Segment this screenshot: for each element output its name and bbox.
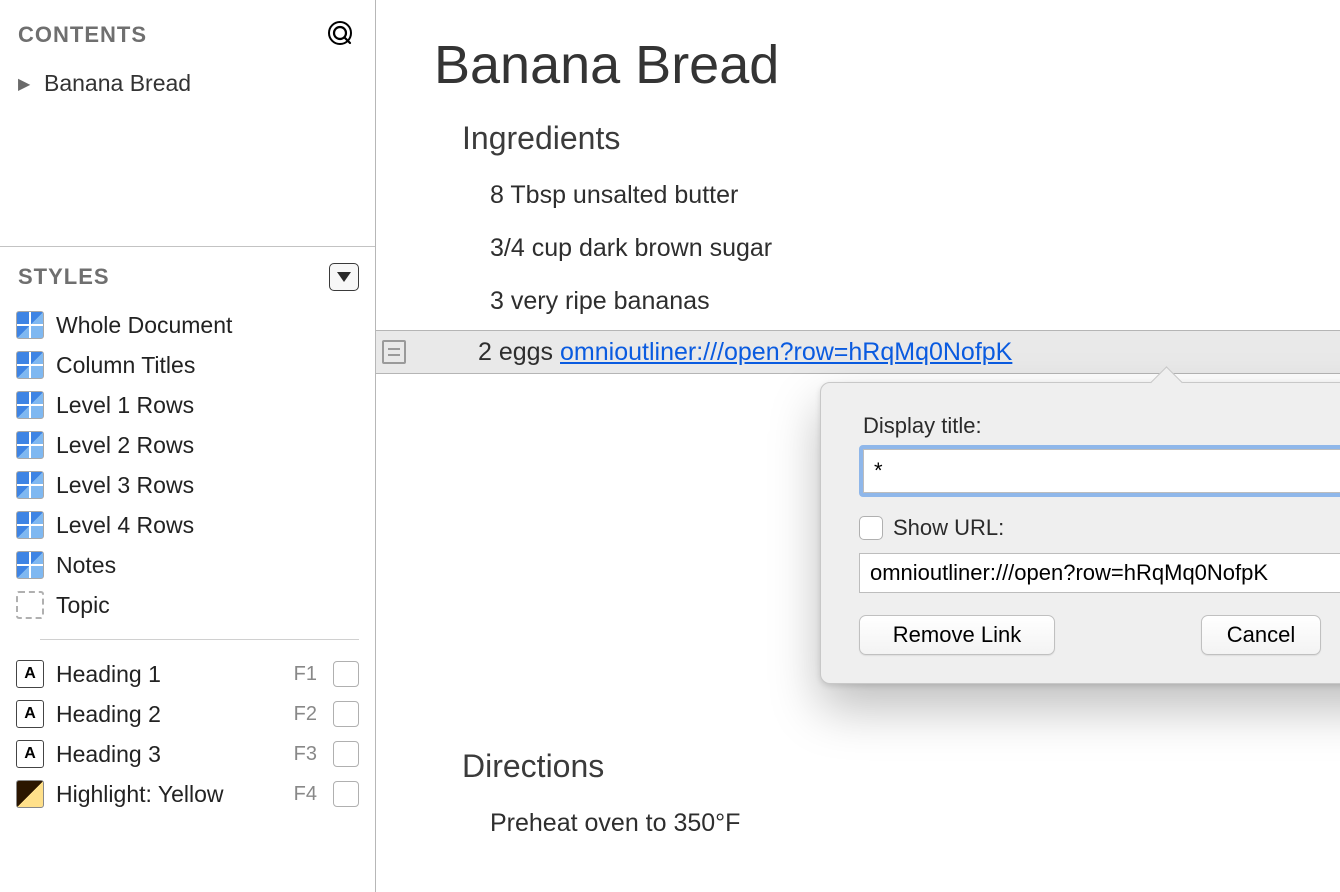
style-swatch-icon [16, 311, 44, 339]
style-shortcut: F1 [294, 663, 317, 686]
page-title[interactable]: Banana Bread [434, 34, 1300, 96]
contents-list: ▶ Banana Bread [0, 66, 375, 246]
style-swatch-icon: A [16, 700, 44, 728]
style-swatch-icon [16, 551, 44, 579]
style-label: Notes [56, 552, 359, 579]
contents-header: CONTENTS [0, 0, 375, 66]
style-checkbox[interactable] [333, 701, 359, 727]
selected-row-text[interactable]: 2 eggs omnioutliner:///open?row=hRqMq0No… [478, 338, 1012, 367]
named-style-row[interactable]: A Heading 3 F3 [16, 734, 359, 774]
style-label: Level 1 Rows [56, 392, 359, 419]
list-item[interactable]: 3 very ripe bananas [490, 275, 1300, 328]
disclosure-triangle-icon[interactable]: ▶ [18, 74, 32, 94]
contents-item[interactable]: ▶ Banana Bread [18, 66, 357, 101]
style-checkbox[interactable] [333, 741, 359, 767]
style-swatch-icon [16, 591, 44, 619]
style-row[interactable]: Level 3 Rows [16, 465, 359, 505]
style-label: Heading 1 [56, 661, 282, 688]
style-swatch-icon [16, 511, 44, 539]
style-shortcut: F2 [294, 703, 317, 726]
show-url-label: Show URL: [893, 515, 1004, 541]
style-swatch-icon: A [16, 740, 44, 768]
style-shortcut: F3 [294, 743, 317, 766]
selected-row-prefix: 2 eggs [478, 338, 560, 366]
style-list: Whole Document Column Titles Level 1 Row… [0, 299, 375, 814]
style-row[interactable]: Level 4 Rows [16, 505, 359, 545]
link-popover: Display title: Show URL: Remove Link Can… [820, 382, 1340, 684]
style-row[interactable]: Notes [16, 545, 359, 585]
row-handle-icon[interactable] [382, 340, 406, 364]
style-row[interactable]: Topic [16, 585, 359, 625]
list-item[interactable]: Preheat oven to 350°F [490, 797, 1300, 850]
style-label: Whole Document [56, 312, 359, 339]
list-item[interactable]: 8 Tbsp unsalted butter [490, 169, 1300, 222]
cancel-button[interactable]: Cancel [1201, 615, 1321, 655]
section-heading-ingredients[interactable]: Ingredients [462, 120, 1300, 157]
named-style-row[interactable]: Highlight: Yellow F4 [16, 774, 359, 814]
style-separator [40, 639, 359, 640]
style-label: Level 3 Rows [56, 472, 359, 499]
selected-row[interactable]: 2 eggs omnioutliner:///open?row=hRqMq0No… [376, 330, 1340, 374]
selected-row-link[interactable]: omnioutliner:///open?row=hRqMq0NofpK [560, 338, 1012, 366]
style-label: Column Titles [56, 352, 359, 379]
style-swatch-icon [16, 780, 44, 808]
style-label: Heading 2 [56, 701, 282, 728]
style-row[interactable]: Level 2 Rows [16, 425, 359, 465]
named-style-row[interactable]: A Heading 1 F1 [16, 654, 359, 694]
style-swatch-icon [16, 391, 44, 419]
document-continued: Directions Preheat oven to 350°F [376, 748, 1340, 890]
styles-expand-button[interactable] [329, 263, 359, 291]
style-swatch-icon [16, 351, 44, 379]
style-checkbox[interactable] [333, 661, 359, 687]
style-label: Topic [56, 592, 359, 619]
search-icon[interactable] [327, 20, 357, 50]
named-style-row[interactable]: A Heading 2 F2 [16, 694, 359, 734]
url-input[interactable] [859, 553, 1340, 593]
display-title-focus-ring [859, 445, 1340, 497]
style-row[interactable]: Level 1 Rows [16, 385, 359, 425]
styles-title: STYLES [18, 264, 110, 290]
styles-pane: STYLES Whole Document Column Titles Leve… [0, 246, 375, 814]
directions-list: Preheat oven to 350°F [490, 797, 1300, 850]
style-row[interactable]: Column Titles [16, 345, 359, 385]
display-title-label: Display title: [863, 413, 1340, 439]
section-heading-directions[interactable]: Directions [462, 748, 1300, 785]
contents-title: CONTENTS [18, 22, 147, 48]
show-url-row: Show URL: [859, 515, 1340, 541]
style-label: Level 4 Rows [56, 512, 359, 539]
style-label: Heading 3 [56, 741, 282, 768]
style-swatch-icon [16, 431, 44, 459]
contents-item-label: Banana Bread [44, 70, 191, 97]
sidebar: CONTENTS ▶ Banana Bread STYLES [0, 0, 376, 892]
show-url-checkbox[interactable] [859, 516, 883, 540]
style-label: Level 2 Rows [56, 432, 359, 459]
style-checkbox[interactable] [333, 781, 359, 807]
ingredients-list: 8 Tbsp unsalted butter 3/4 cup dark brow… [490, 169, 1300, 328]
style-label: Highlight: Yellow [56, 781, 282, 808]
editor: Banana Bread Ingredients 8 Tbsp unsalted… [376, 0, 1340, 892]
style-swatch-icon: A [16, 660, 44, 688]
display-title-input[interactable] [863, 449, 1340, 493]
style-swatch-icon [16, 471, 44, 499]
remove-link-button[interactable]: Remove Link [859, 615, 1055, 655]
styles-header: STYLES [0, 247, 375, 299]
document: Banana Bread Ingredients 8 Tbsp unsalted… [376, 0, 1340, 368]
style-shortcut: F4 [294, 783, 317, 806]
list-item[interactable]: 3/4 cup dark brown sugar [490, 222, 1300, 275]
style-row[interactable]: Whole Document [16, 305, 359, 345]
popover-buttons: Remove Link Cancel Done [859, 615, 1340, 655]
